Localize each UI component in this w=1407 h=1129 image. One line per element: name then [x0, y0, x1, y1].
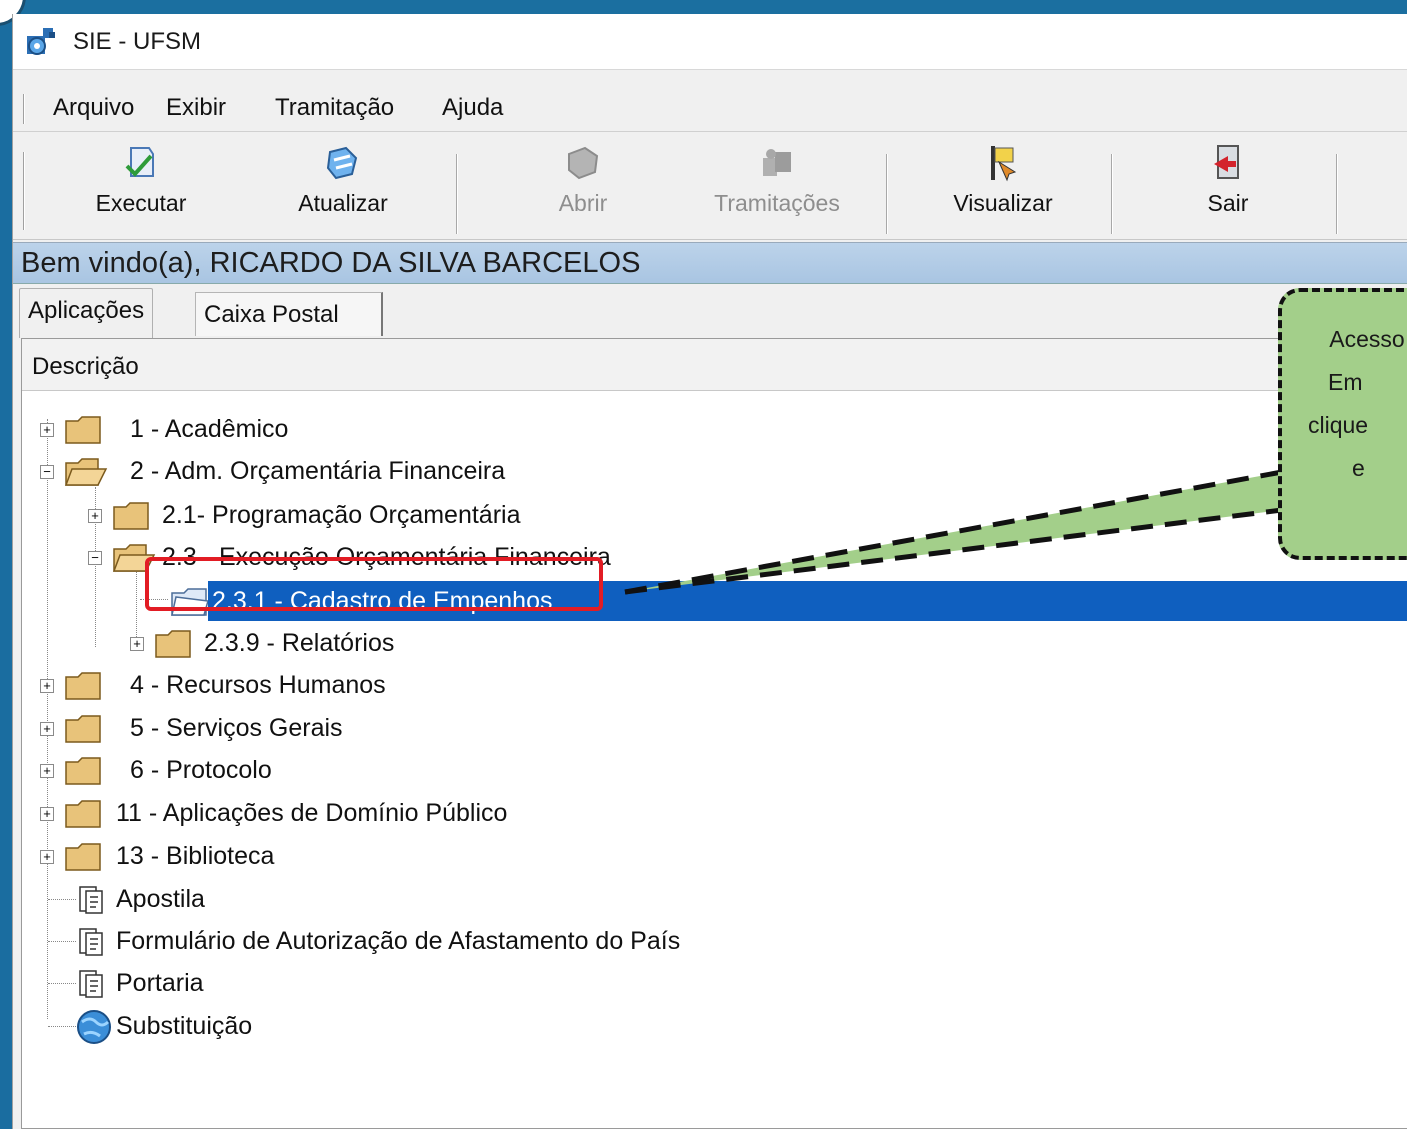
callout-line: Acesso: [1329, 326, 1405, 352]
callout-line: Em: [1328, 369, 1363, 395]
callout-text: Acesso Em clique e: [1292, 318, 1407, 490]
callout-line: e: [1352, 455, 1365, 481]
callout-line: clique: [1308, 412, 1369, 438]
callout-pointer: [624, 469, 1283, 595]
